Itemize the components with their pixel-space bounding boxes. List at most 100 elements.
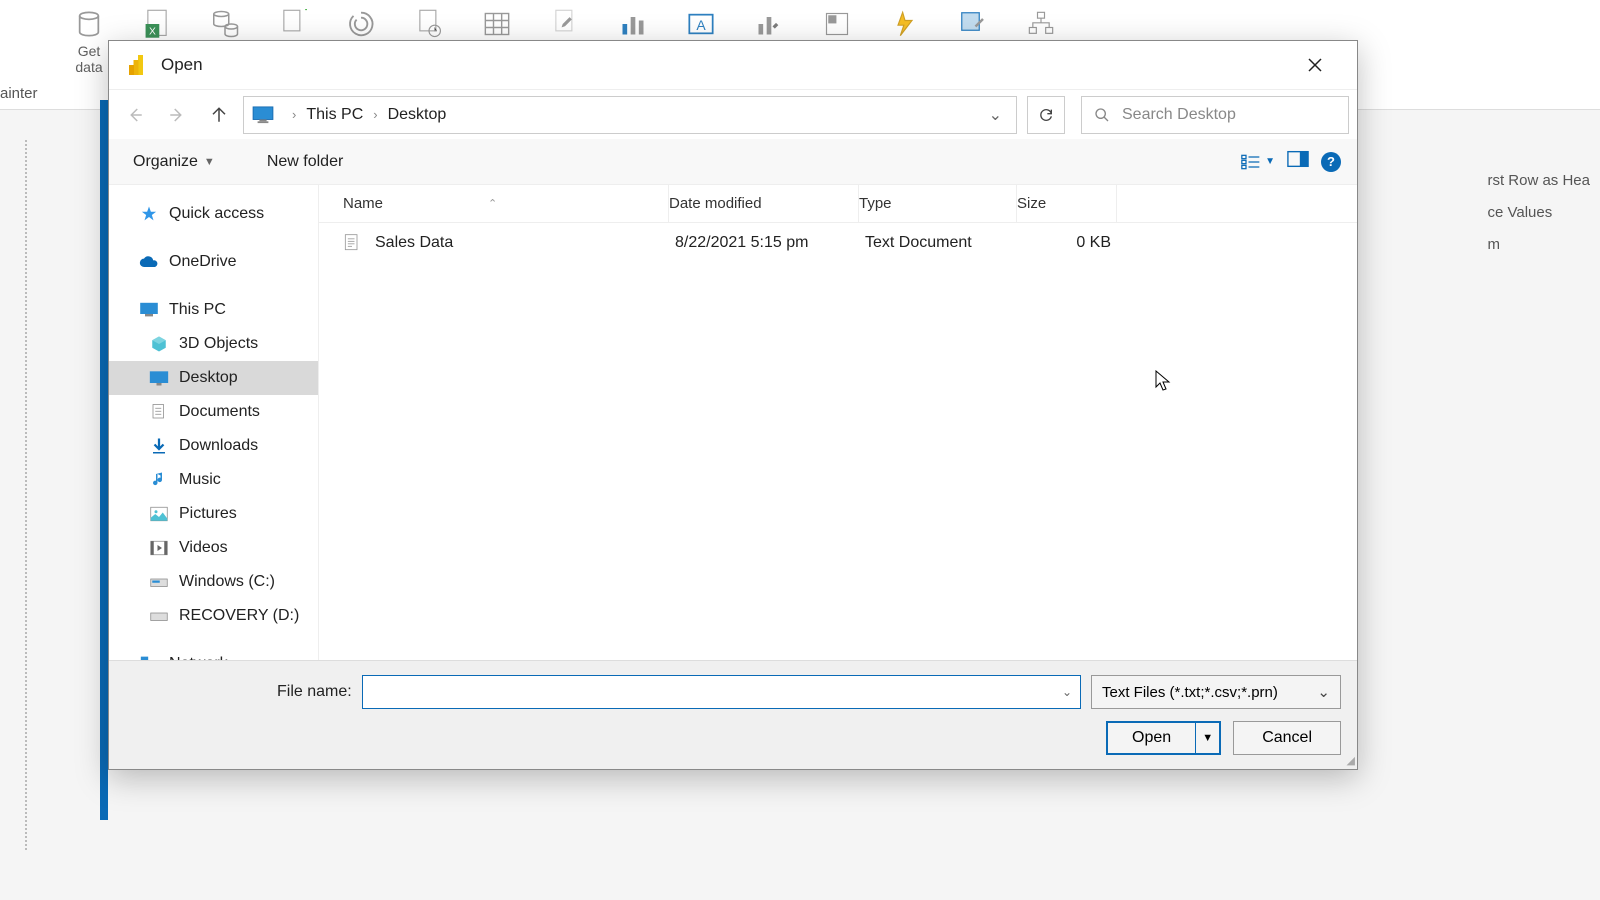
music-icon (149, 470, 169, 490)
table-icon (478, 5, 516, 43)
tree-documents[interactable]: Documents (109, 395, 318, 429)
tree-3d-objects[interactable]: 3D Objects (109, 327, 318, 361)
bg-right-panel: rst Row as Hea ce Values m (1487, 165, 1590, 261)
drive-icon (149, 572, 169, 592)
measure-icon (818, 5, 856, 43)
nav-row: › This PC › Desktop ⌄ Search Desktop (109, 89, 1357, 139)
nav-tree: Quick access OneDrive This PC 3D Objects… (109, 185, 319, 665)
breadcrumb-dropdown[interactable]: ⌄ (983, 105, 1008, 125)
dialog-footer: File name: ⌄ Text Files (*.txt;*.csv;*.p… (109, 660, 1357, 769)
toolbar-row: Organize▼ New folder ▼ ? (109, 139, 1357, 185)
filename-input[interactable]: ⌄ (362, 675, 1081, 709)
cube-icon (149, 334, 169, 354)
header-type[interactable]: Type (859, 185, 1017, 222)
svg-text:X: X (149, 26, 156, 37)
breadcrumb-root[interactable]: This PC (306, 106, 363, 124)
textbox-icon: A (682, 5, 720, 43)
filename-label: File name: (277, 683, 352, 701)
tree-quick-access[interactable]: Quick access (109, 197, 318, 231)
bg-left-accent (100, 100, 108, 820)
list-view-icon (1241, 154, 1261, 170)
arrow-up-icon (210, 106, 228, 124)
arrow-right-icon (168, 106, 186, 124)
tree-this-pc[interactable]: This PC (109, 293, 318, 327)
file-row[interactable]: Sales Data 8/22/2021 5:15 pm Text Docume… (319, 223, 1357, 263)
content-area: Quick access OneDrive This PC 3D Objects… (109, 185, 1357, 665)
chevron-right-icon: › (292, 107, 296, 122)
chevron-down-icon[interactable]: ⌄ (1062, 685, 1072, 699)
breadcrumb-bar[interactable]: › This PC › Desktop ⌄ (243, 96, 1017, 134)
column-chart-icon (614, 5, 652, 43)
open-button[interactable]: Open ▼ (1106, 721, 1221, 755)
up-button[interactable] (201, 97, 237, 133)
tree-downloads[interactable]: Downloads (109, 429, 318, 463)
bg-painter-label: ainter (0, 85, 38, 102)
edit-doc-icon (546, 5, 584, 43)
open-file-dialog: Open › This PC › Desktop ⌄ Search Deskto… (108, 40, 1358, 770)
file-size: 0 KB (1023, 234, 1123, 252)
back-button[interactable] (117, 97, 153, 133)
sort-caret-icon: ⌃ (488, 197, 497, 210)
forward-button[interactable] (159, 97, 195, 133)
new-folder-button[interactable]: New folder (259, 149, 351, 175)
tree-pictures[interactable]: Pictures (109, 497, 318, 531)
db-stack-icon (206, 5, 244, 43)
file-list-area: Name⌃ Date modified Type Size Sales Data… (319, 185, 1357, 665)
dialog-title: Open (161, 55, 203, 75)
tree-onedrive[interactable]: OneDrive (109, 245, 318, 279)
download-icon (149, 436, 169, 456)
more-chart-icon (750, 5, 788, 43)
header-date[interactable]: Date modified (669, 185, 859, 222)
hierarchy-icon (1022, 5, 1060, 43)
header-name[interactable]: Name⌃ (319, 185, 669, 222)
monitor-icon (252, 106, 274, 124)
search-icon (1094, 107, 1110, 123)
file-type: Text Document (865, 234, 1023, 252)
monitor-icon (139, 300, 159, 320)
database-icon (70, 5, 108, 43)
tree-music[interactable]: Music (109, 463, 318, 497)
excel-icon: X (138, 5, 176, 43)
svg-text:+: + (304, 8, 307, 19)
tree-recovery-d[interactable]: RECOVERY (D:) (109, 599, 318, 633)
open-split-dropdown[interactable]: ▼ (1195, 723, 1219, 753)
view-options-button[interactable]: ▼ (1241, 154, 1275, 170)
tree-windows-c[interactable]: Windows (C:) (109, 565, 318, 599)
column-headers: Name⌃ Date modified Type Size (319, 185, 1357, 223)
help-button[interactable]: ? (1321, 152, 1341, 172)
close-button[interactable] (1291, 47, 1339, 83)
quick-measure-icon (886, 5, 924, 43)
video-icon (149, 538, 169, 558)
search-input[interactable]: Search Desktop (1081, 96, 1349, 134)
publish-icon (954, 5, 992, 43)
file-name: Sales Data (375, 234, 675, 252)
svg-text:A: A (696, 17, 706, 33)
header-size[interactable]: Size (1017, 185, 1117, 222)
tree-desktop[interactable]: Desktop (109, 361, 318, 395)
preview-pane-icon (1287, 150, 1309, 168)
sql-file-icon: + (274, 5, 312, 43)
refresh-button[interactable] (1027, 96, 1065, 134)
close-icon (1307, 57, 1323, 73)
picture-icon (149, 504, 169, 524)
organize-button[interactable]: Organize▼ (125, 149, 223, 175)
refresh-icon (1038, 107, 1054, 123)
chevron-right-icon: › (373, 107, 377, 122)
document-icon (149, 402, 169, 422)
file-date: 8/22/2021 5:15 pm (675, 234, 865, 252)
chevron-down-icon: ⌄ (1317, 683, 1330, 701)
bg-dotted-line (25, 140, 27, 850)
swirl-icon (342, 5, 380, 43)
resize-grip-icon[interactable]: ◢ (1347, 754, 1355, 767)
breadcrumb-current[interactable]: Desktop (388, 106, 447, 124)
cloud-icon (139, 252, 159, 272)
tree-videos[interactable]: Videos (109, 531, 318, 565)
arrow-left-icon (126, 106, 144, 124)
cancel-button[interactable]: Cancel (1233, 721, 1341, 755)
file-type-filter[interactable]: Text Files (*.txt;*.csv;*.prn) ⌄ (1091, 675, 1341, 709)
powerbi-icon (127, 55, 147, 75)
search-placeholder: Search Desktop (1122, 106, 1236, 124)
preview-pane-button[interactable] (1287, 150, 1309, 173)
recent-file-icon (410, 5, 448, 43)
titlebar: Open (109, 41, 1357, 89)
